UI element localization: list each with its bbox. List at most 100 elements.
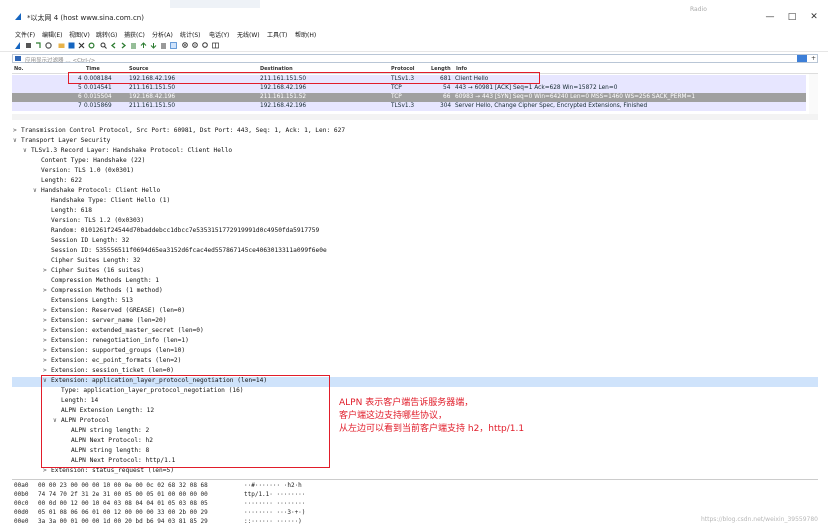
expand-toggle-icon[interactable]: >	[43, 337, 51, 344]
restart-capture-icon[interactable]	[35, 42, 42, 49]
go-to-packet-icon[interactable]	[130, 42, 137, 49]
packet-row[interactable]: 7 0.015869 211.161.151.50 192.168.42.196…	[12, 102, 806, 111]
first-packet-icon[interactable]	[140, 42, 147, 49]
detail-tree-item[interactable]: Session ID: 535556511f0694d65ea3152d6fca…	[12, 247, 818, 257]
detail-tree-label: Version: TLS 1.0 (0x0301)	[41, 167, 135, 174]
expand-toggle-icon[interactable]: >	[13, 127, 21, 134]
menu-tools[interactable]: 工具(T)	[267, 30, 287, 39]
detail-tree-label: Extension: extended_master_secret (len=0…	[51, 327, 204, 334]
menu-analyze[interactable]: 分析(A)	[152, 30, 173, 39]
packet-list-vertical-scrollbar[interactable]	[809, 74, 818, 114]
expand-toggle-icon[interactable]: ∨	[23, 147, 31, 154]
go-forward-icon[interactable]	[120, 42, 127, 49]
close-file-icon[interactable]	[78, 42, 85, 49]
detail-tree-item[interactable]: > Extension: supported_groups (len=10)	[12, 347, 818, 357]
menu-statistics[interactable]: 统计(S)	[180, 30, 201, 39]
menu-view[interactable]: 视图(V)	[69, 30, 90, 39]
detail-tree-item[interactable]: > Extension: ec_point_formats (len=2)	[12, 357, 818, 367]
autoscroll-icon[interactable]	[160, 42, 167, 49]
packet-no: 5	[78, 85, 82, 91]
packet-list-horizontal-scrollbar[interactable]	[12, 114, 818, 120]
zoom-normal-icon[interactable]	[202, 42, 209, 49]
go-back-icon[interactable]	[110, 42, 117, 49]
open-file-icon[interactable]	[58, 42, 65, 49]
expand-toggle-icon[interactable]: >	[43, 267, 51, 274]
expand-toggle-icon[interactable]: >	[43, 327, 51, 334]
add-filter-button[interactable]: +	[811, 56, 816, 62]
capture-options-icon[interactable]	[45, 42, 52, 49]
detail-tree-item[interactable]: Length: 618	[12, 207, 818, 217]
stop-capture-icon[interactable]	[25, 42, 32, 49]
packet-proto: TCP	[391, 85, 402, 91]
expand-toggle-icon[interactable]: >	[43, 307, 51, 314]
detail-tree-label: Session ID Length: 32	[51, 237, 130, 244]
menu-capture[interactable]: 捕获(C)	[124, 30, 145, 39]
detail-tree-item[interactable]: > Extension: renegotiation_info (len=1)	[12, 337, 818, 347]
menu-go[interactable]: 跳转(G)	[96, 30, 117, 39]
expand-toggle-icon[interactable]: >	[43, 317, 51, 324]
packet-bytes-pane: 00a0 00 00 23 00 00 00 10 00 0e 00 0c 02 …	[12, 479, 818, 527]
hex-ascii: ········ ···3·+·)	[244, 509, 306, 516]
packet-proto: TCP	[391, 94, 402, 100]
detail-tree-item[interactable]: Length: 622	[12, 177, 818, 187]
packet-src: 192.168.42.196	[129, 94, 176, 100]
detail-tree-item[interactable]: Content Type: Handshake (22)	[12, 157, 818, 167]
packet-info: 443 → 60981 [ACK] Seq=1 Ack=628 Win=1587…	[455, 85, 618, 91]
packet-row[interactable]: 6 0.015504 192.168.42.196 211.161.151.52…	[12, 93, 806, 102]
detail-tree-item[interactable]: Session ID Length: 32	[12, 237, 818, 247]
expand-toggle-icon[interactable]: >	[43, 467, 51, 474]
expand-toggle-icon[interactable]: >	[43, 287, 51, 294]
menu-help[interactable]: 帮助(H)	[295, 30, 316, 39]
detail-tree-item[interactable]: Random: 0101261f24544d70baddebcc1dbcc7e5…	[12, 227, 818, 237]
bookmark-icon[interactable]	[15, 56, 21, 61]
detail-tree-item[interactable]: Handshake Type: Client Hello (1)	[12, 197, 818, 207]
detail-tree-item[interactable]: Version: TLS 1.2 (0x0303)	[12, 217, 818, 227]
colorize-icon[interactable]	[170, 42, 177, 49]
packet-info: Server Hello, Change Cipher Spec, Encryp…	[455, 103, 648, 109]
menu-telephony[interactable]: 电话(Y)	[209, 30, 229, 39]
col-no[interactable]: No.	[14, 66, 24, 72]
maximize-button[interactable]: □	[785, 13, 799, 23]
detail-tree-label: Compression Methods (1 method)	[51, 287, 163, 294]
zoom-in-icon[interactable]	[182, 42, 189, 49]
detail-tree-item[interactable]: > Transmission Control Protocol, Src Port…	[12, 127, 818, 137]
reload-icon[interactable]	[88, 42, 95, 49]
expand-toggle-icon[interactable]: ∨	[13, 137, 21, 144]
display-filter-bar[interactable]: 应用显示过滤器 … <Ctrl-/> +	[12, 54, 818, 64]
detail-tree-item[interactable]: > Extension: status_request (len=5)	[12, 467, 818, 477]
expand-toggle-icon[interactable]: ∨	[33, 187, 41, 194]
minimize-button[interactable]: —	[763, 13, 777, 23]
expand-toggle-icon[interactable]: >	[43, 347, 51, 354]
detail-tree-item[interactable]: ∨ Transport Layer Security	[12, 137, 818, 147]
menu-wireless[interactable]: 无线(W)	[237, 30, 260, 39]
detail-tree-item[interactable]: Version: TLS 1.0 (0x0301)	[12, 167, 818, 177]
packet-src: 211.161.151.50	[129, 103, 176, 109]
save-file-icon[interactable]	[68, 42, 75, 49]
detail-tree-label: Cipher Suites Length: 32	[51, 257, 141, 264]
detail-tree-item[interactable]: Compression Methods Length: 1	[12, 277, 818, 287]
hex-ascii: ········ ········	[244, 500, 306, 507]
zoom-out-icon[interactable]	[192, 42, 199, 49]
expand-toggle-icon[interactable]: >	[43, 367, 51, 374]
detail-tree-item[interactable]: ∨ TLSv1.3 Record Layer: Handshake Protoco…	[12, 147, 818, 157]
resize-columns-icon[interactable]	[212, 42, 219, 49]
last-packet-icon[interactable]	[150, 42, 157, 49]
detail-tree-item[interactable]: ∨ Handshake Protocol: Client Hello	[12, 187, 818, 197]
detail-tree-item[interactable]: > Extension: extended_master_secret (len=…	[12, 327, 818, 337]
detail-tree-item[interactable]: Cipher Suites Length: 32	[12, 257, 818, 267]
expand-toggle-icon[interactable]: >	[43, 357, 51, 364]
detail-tree-item[interactable]: > Cipher Suites (16 suites)	[12, 267, 818, 277]
packet-row[interactable]: 5 0.014541 211.161.151.50 192.168.42.196…	[12, 84, 806, 93]
detail-tree-item[interactable]: > Extension: server_name (len=20)	[12, 317, 818, 327]
apply-filter-arrow-icon[interactable]	[797, 55, 807, 62]
close-button[interactable]: ✕	[807, 13, 821, 23]
detail-tree-item[interactable]: > Compression Methods (1 method)	[12, 287, 818, 297]
detail-tree-item[interactable]: Extensions Length: 513	[12, 297, 818, 307]
detail-tree-label: Handshake Protocol: Client Hello	[41, 187, 161, 194]
find-packet-icon[interactable]	[100, 42, 107, 49]
detail-tree-label: Extension: session_ticket (len=0)	[51, 367, 174, 374]
menu-file[interactable]: 文件(F)	[15, 30, 35, 39]
detail-tree-item[interactable]: > Extension: Reserved (GREASE) (len=0)	[12, 307, 818, 317]
menu-edit[interactable]: 编辑(E)	[42, 30, 62, 39]
start-capture-icon[interactable]	[15, 42, 22, 49]
